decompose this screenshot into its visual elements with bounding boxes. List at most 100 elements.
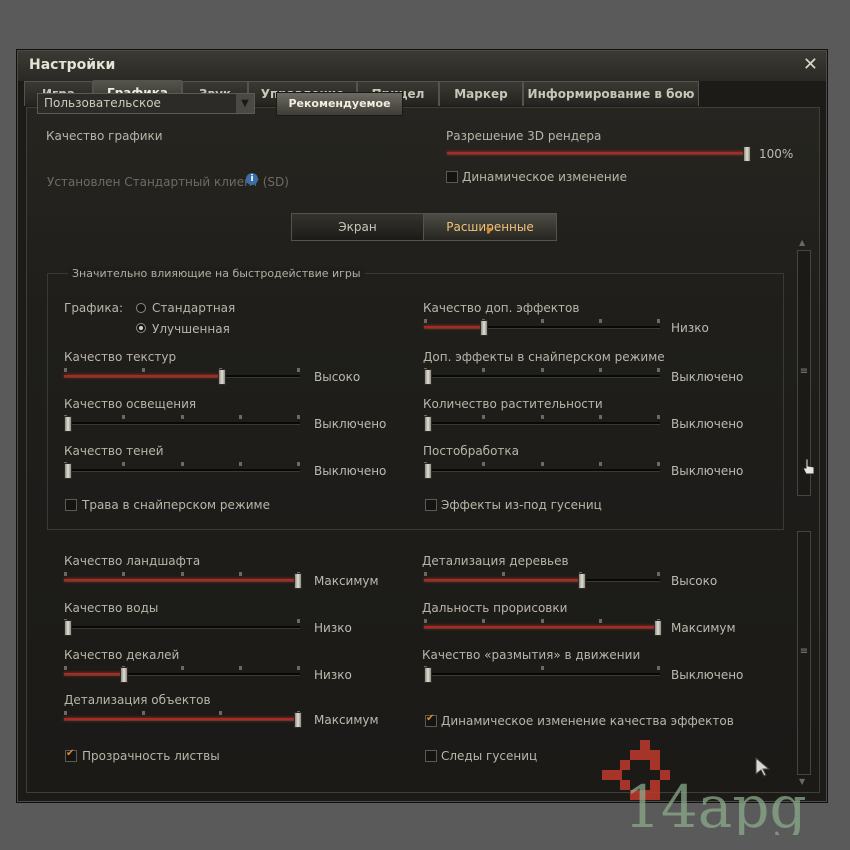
motion-blur-slider[interactable] [424, 666, 660, 683]
vegetation-slider[interactable] [424, 415, 660, 432]
texture-slider[interactable] [64, 368, 300, 385]
radio-standard[interactable] [136, 303, 146, 313]
water-value: Низко [314, 621, 352, 635]
chevron-down-icon[interactable]: ▼ [236, 94, 254, 113]
foliage-checkbox[interactable] [65, 748, 77, 762]
water-label: Качество воды [64, 601, 159, 615]
slider-tick [141, 711, 145, 715]
shadows-slider[interactable] [64, 462, 300, 479]
vegetation-value: Выключено [671, 417, 744, 431]
slider-fill [424, 579, 582, 581]
slider-track[interactable] [64, 469, 300, 472]
slider-tick [180, 415, 184, 419]
slider-tick [424, 319, 427, 323]
slider-tick [540, 619, 544, 623]
slider-tick [598, 368, 602, 372]
slider-tick [180, 666, 184, 670]
slider-tick [64, 572, 67, 576]
tab-marker[interactable]: Маркер [439, 81, 523, 106]
slider-tick [297, 462, 300, 466]
sniper-fx-slider[interactable] [424, 368, 660, 385]
slider-track[interactable] [424, 469, 660, 472]
slider-tick [219, 711, 223, 715]
vegetation-label: Количество растительности [423, 397, 603, 411]
slider-thumb[interactable] [578, 573, 587, 589]
slider-tick [598, 462, 602, 466]
slider-thumb[interactable] [424, 667, 432, 683]
slider-tick [64, 368, 67, 372]
dynamic-render-checkbox[interactable] [446, 171, 458, 183]
subtab-screen[interactable]: Экран [291, 213, 424, 241]
track-marks-checkbox[interactable] [425, 750, 437, 762]
track-effects-checkbox[interactable] [425, 499, 437, 511]
slider-track[interactable] [424, 422, 660, 425]
slider-tick [657, 319, 660, 323]
draw-distance-slider[interactable] [424, 619, 662, 636]
slider-thumb[interactable] [294, 712, 302, 728]
performance-group-title: Значительно влияющие на быстродействие и… [68, 267, 365, 280]
slider-thumb[interactable] [480, 320, 488, 336]
render-slider[interactable] [447, 146, 751, 162]
slider-tick [297, 666, 300, 670]
slider-track[interactable] [424, 375, 660, 378]
lighting-slider[interactable] [64, 415, 300, 432]
radio-improved[interactable] [136, 323, 146, 333]
slider-track[interactable] [64, 626, 300, 629]
grip-icon: ≡ [799, 366, 809, 377]
landscape-value: Максимум [314, 574, 379, 588]
slider-tick [657, 368, 660, 372]
slider-track[interactable] [64, 422, 300, 425]
slider-fill [64, 673, 123, 675]
slider-thumb[interactable] [294, 573, 302, 589]
info-icon[interactable]: i [246, 173, 258, 185]
objects-label: Детализация объектов [64, 693, 211, 707]
trees-slider[interactable] [424, 572, 660, 589]
slider-fill [64, 718, 300, 720]
sniper-grass-checkbox[interactable] [65, 499, 77, 511]
slider-thumb[interactable] [424, 416, 432, 432]
slider-fill [64, 579, 300, 581]
slider-tick [657, 462, 660, 466]
tab-battle-info[interactable]: Информирование в бою [523, 81, 699, 106]
recommended-button[interactable]: Рекомендуемое [276, 92, 403, 116]
slider-tick [598, 319, 602, 323]
decals-value: Низко [314, 668, 352, 682]
quality-label: Качество графики [46, 129, 163, 143]
title-bar[interactable]: Настройки ✕ [18, 51, 826, 81]
decals-slider[interactable] [64, 666, 300, 683]
track-effects-label: Эффекты из-под гусениц [441, 498, 602, 512]
slider-tick [482, 415, 486, 419]
slider-thumb[interactable] [218, 369, 227, 385]
extra-fx-slider[interactable] [424, 319, 660, 336]
slider-thumb[interactable] [424, 369, 432, 385]
postproc-label: Постобработка [423, 444, 519, 458]
slider-fill [64, 375, 222, 377]
scroll-up-icon[interactable]: ▲ [799, 238, 805, 247]
slider-thumb[interactable] [743, 146, 751, 162]
slider-tick [64, 711, 67, 715]
slider-tick [501, 572, 505, 576]
subtab-advanced[interactable]: Расширенные ▼ [423, 213, 557, 241]
landscape-slider[interactable] [64, 572, 302, 589]
water-slider[interactable] [64, 619, 300, 636]
slider-thumb[interactable] [64, 463, 72, 479]
slider-thumb[interactable] [120, 667, 128, 683]
objects-slider[interactable] [64, 711, 302, 728]
postproc-slider[interactable] [424, 462, 660, 479]
slider-track[interactable] [424, 673, 660, 676]
radio-standard-label: Стандартная [152, 301, 236, 315]
dynamic-fx-checkbox[interactable] [425, 713, 437, 727]
texture-value: Высоко [314, 370, 361, 384]
decals-label: Качество декалей [64, 648, 180, 662]
quality-select[interactable]: Пользовательское ▼ [37, 93, 255, 114]
objects-value: Максимум [314, 713, 379, 727]
slider-thumb[interactable] [654, 620, 662, 636]
slider-thumb[interactable] [64, 620, 72, 636]
slider-thumb[interactable] [64, 416, 72, 432]
close-icon[interactable]: ✕ [803, 54, 818, 75]
slider-tick [122, 462, 126, 466]
slider-tick [122, 415, 126, 419]
slider-thumb[interactable] [424, 463, 432, 479]
dynamic-render-label: Динамическое изменение [462, 170, 627, 184]
motion-blur-value: Выключено [671, 668, 744, 682]
